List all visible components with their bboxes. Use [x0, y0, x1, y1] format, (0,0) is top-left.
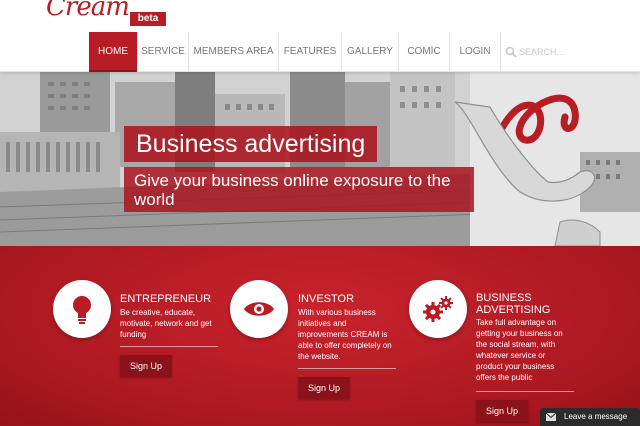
hero-title: Business advertising — [124, 126, 378, 162]
feature-investor-icon-circle — [230, 280, 288, 338]
investor-signup-button[interactable]: Sign Up — [298, 377, 350, 399]
search-box — [500, 32, 580, 72]
nav-members-area[interactable]: MEMBERS AREA — [188, 32, 278, 72]
hero-subtitle: Give your business online exposure to th… — [124, 167, 474, 212]
feature-investor-divider — [298, 368, 396, 369]
nav-comic[interactable]: COMIC — [398, 32, 449, 72]
nav-gallery[interactable]: GALLERY — [341, 32, 398, 72]
envelope-icon — [546, 413, 556, 421]
nav-service[interactable]: SERVICE — [137, 32, 188, 72]
feature-business-icon-circle — [409, 280, 467, 338]
nav-features[interactable]: FEATURES — [278, 32, 341, 72]
search-input[interactable] — [519, 43, 579, 61]
business-signup-button[interactable]: Sign Up — [476, 400, 528, 422]
site-header: Cream beta HOME SERVICE MEMBERS AREA FEA… — [0, 0, 640, 72]
feature-business-text: Take full advantage on getting your busi… — [476, 318, 563, 382]
eye-icon — [244, 302, 274, 316]
main-nav: HOME SERVICE MEMBERS AREA FEATURES GALLE… — [89, 32, 500, 72]
feature-entrepreneur-icon-circle — [53, 280, 111, 338]
hero-banner: Business advertising Give your business … — [0, 72, 640, 246]
nav-home[interactable]: HOME — [89, 32, 137, 72]
feature-entrepreneur-title: ENTREPRENEUR — [120, 293, 212, 305]
gears-icon — [423, 296, 453, 322]
nav-login[interactable]: LOGIN — [449, 32, 500, 72]
search-icon[interactable] — [505, 46, 517, 58]
leave-message-label: Leave a message — [564, 412, 628, 421]
leave-message-bar[interactable]: Leave a message — [540, 408, 640, 426]
cream-logo[interactable]: Cream — [46, 0, 136, 28]
feature-business-title: BUSINESS ADVERTISING — [476, 292, 551, 316]
feature-entrepreneur-text: Be creative, educate, motivate, network … — [120, 308, 212, 339]
beta-badge: beta — [130, 12, 166, 26]
feature-investor-title: INVESTOR — [298, 293, 355, 305]
logo-text[interactable]: Cream — [46, 0, 130, 22]
lightbulb-icon — [73, 296, 91, 324]
features-section: ENTREPRENEUR Be creative, educate, motiv… — [0, 246, 640, 426]
feature-entrepreneur-divider — [120, 346, 218, 347]
feature-business-divider — [476, 391, 574, 392]
feature-investor-text: With various business initiatives and im… — [298, 308, 392, 361]
entrepreneur-signup-button[interactable]: Sign Up — [120, 355, 172, 377]
